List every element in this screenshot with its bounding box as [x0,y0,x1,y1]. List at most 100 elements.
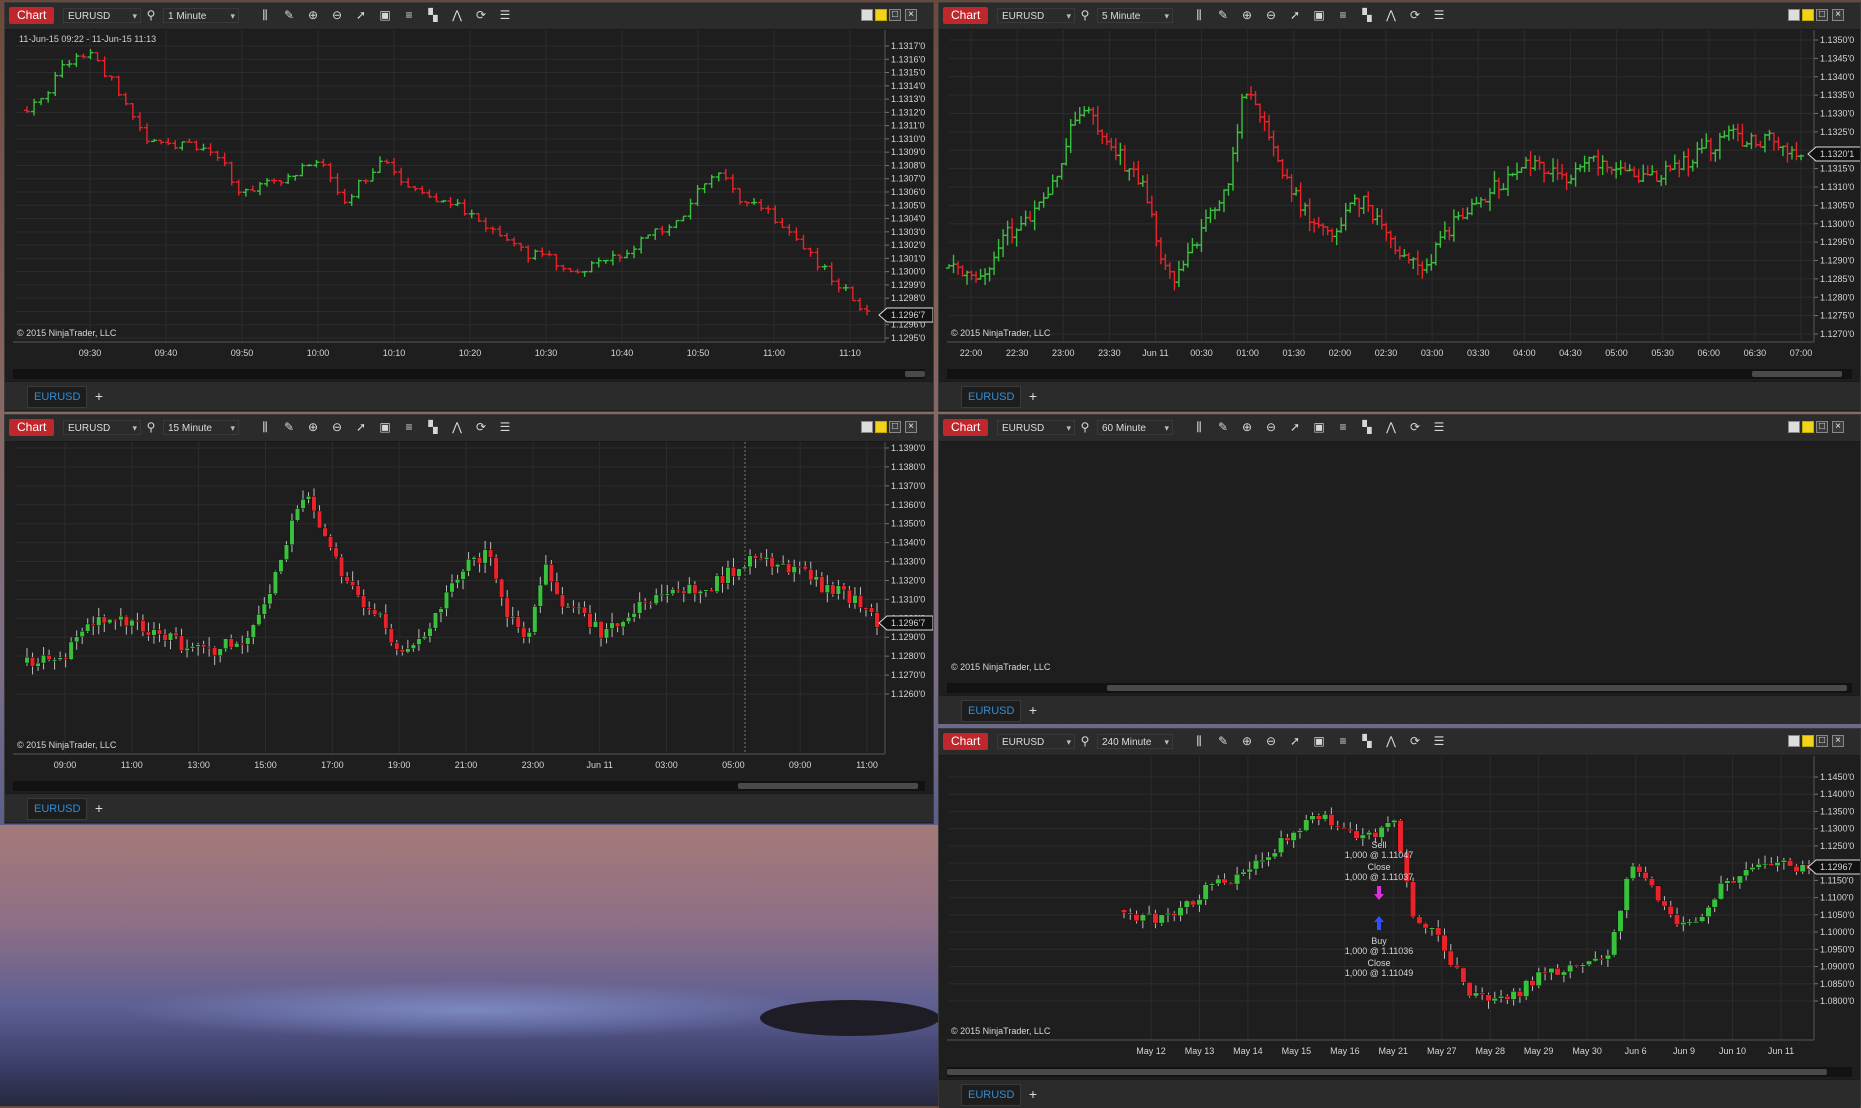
instrument-selector[interactable]: EURUSD ▾ [997,734,1075,749]
zoom-in-icon[interactable]: ⊕ [1239,733,1255,749]
instrument-selector[interactable]: EURUSD ▾ [63,420,141,435]
chart-label[interactable]: Chart [943,7,989,24]
pointer-icon[interactable]: ➚ [353,7,369,23]
properties-icon[interactable]: ☰ [1431,419,1447,435]
scrollbar-thumb[interactable] [1752,371,1842,377]
add-tab-button[interactable]: + [91,386,107,406]
timeframe-selector[interactable]: 240 Minute ▾ [1097,734,1173,749]
chart-label[interactable]: Chart [943,419,989,436]
zoom-out-icon[interactable]: ⊖ [1263,419,1279,435]
zoom-in-icon[interactable]: ⊕ [305,7,321,23]
pencil-icon[interactable]: ✎ [1215,419,1231,435]
drawing-tools-icon[interactable]: ⋀ [1383,733,1399,749]
maximize-button[interactable]: □ [1816,9,1828,21]
drawing-tools-icon[interactable]: ⋀ [449,7,465,23]
minimize-button[interactable] [861,9,873,21]
reload-icon[interactable]: ⟳ [1407,7,1423,23]
pencil-icon[interactable]: ✎ [281,7,297,23]
zoom-in-icon[interactable]: ⊕ [305,419,321,435]
properties-icon[interactable]: ☰ [497,7,513,23]
strategy-icon[interactable]: ≡ [1335,733,1351,749]
timeframe-selector[interactable]: 15 Minute ▾ [163,420,239,435]
search-icon[interactable]: ⚲ [143,7,159,23]
scrollbar-thumb[interactable] [1107,685,1847,691]
bar-type-icon[interactable]: ⫼ [1191,7,1207,23]
reload-icon[interactable]: ⟳ [473,7,489,23]
link-color-button[interactable] [1802,9,1814,21]
timeframe-selector[interactable]: 60 Minute ▾ [1097,420,1173,435]
strategy-icon[interactable]: ≡ [1335,419,1351,435]
chart-window-240-minute[interactable]: Chart EURUSD ▾ ⚲ 240 Minute ▾ ⫼ ✎ ⊕ ⊖ ➚ ▣ ≡ ▚ ⋀ ⟳ ☰ □ × 1.1… [938,728,1861,1108]
price-chart-panel[interactable]: 1.1317'0 1.1316'0 1.1315'0 1.1314'0 1.1313'0… [5,30,933,370]
bar-type-icon[interactable]: ⫼ [1191,733,1207,749]
zoom-in-icon[interactable]: ⊕ [1239,7,1255,23]
chart-window-1-minute[interactable]: Chart EURUSD ▾ ⚲ 1 Minute ▾ ⫼ ✎ ⊕ ⊖ ➚ ▣ ≡ ▚ ⋀ ⟳ ☰ □ × 1.131… [4,2,934,412]
pencil-icon[interactable]: ✎ [281,419,297,435]
maximize-button[interactable]: □ [1816,735,1828,747]
search-icon[interactable]: ⚲ [1077,419,1093,435]
horizontal-scrollbar[interactable] [947,369,1852,379]
indicator-icon[interactable]: ▚ [425,7,441,23]
tab-eurusd[interactable]: EURUSD [27,798,88,820]
maximize-button[interactable]: □ [1816,421,1828,433]
price-chart-panel[interactable]: 1.1350'0 1.1345'0 1.1340'0 1.1335'0 1.1330'0… [939,30,1860,370]
horizontal-scrollbar[interactable] [13,369,925,379]
pointer-icon[interactable]: ➚ [1287,733,1303,749]
tab-eurusd[interactable]: EURUSD [961,1084,1022,1106]
chart-label[interactable]: Chart [9,7,55,24]
reload-icon[interactable]: ⟳ [1407,419,1423,435]
strategy-icon[interactable]: ≡ [1335,7,1351,23]
data-box-icon[interactable]: ▣ [1311,733,1327,749]
price-chart-panel[interactable]: 1.1390'0 1.1380'0 1.1370'0 1.1360'0 1.1350'0… [5,442,933,782]
tab-eurusd[interactable]: EURUSD [27,386,88,408]
scrollbar-thumb[interactable] [947,1069,1827,1075]
drawing-tools-icon[interactable]: ⋀ [1383,7,1399,23]
price-chart-panel[interactable]: 1.1450'0 1.1400'0 1.1350'0 1.1300'0 1.1250'0… [939,756,1860,1066]
add-tab-button[interactable]: + [91,798,107,818]
add-tab-button[interactable]: + [1025,700,1041,720]
bar-type-icon[interactable]: ⫼ [257,7,273,23]
link-color-button[interactable] [875,9,887,21]
instrument-selector[interactable]: EURUSD ▾ [997,420,1075,435]
pencil-icon[interactable]: ✎ [1215,733,1231,749]
zoom-out-icon[interactable]: ⊖ [329,7,345,23]
pointer-icon[interactable]: ➚ [353,419,369,435]
close-button[interactable]: × [1832,735,1844,747]
indicator-icon[interactable]: ▚ [1359,733,1375,749]
link-color-button[interactable] [875,421,887,433]
zoom-out-icon[interactable]: ⊖ [329,419,345,435]
chart-window-15-minute[interactable]: Chart EURUSD ▾ ⚲ 15 Minute ▾ ⫼ ✎ ⊕ ⊖ ➚ ▣ ≡ ▚ ⋀ ⟳ ☰ □ × 1.13… [4,414,934,824]
tab-eurusd[interactable]: EURUSD [961,700,1022,722]
close-button[interactable]: × [1832,9,1844,21]
horizontal-scrollbar[interactable] [13,781,925,791]
add-tab-button[interactable]: + [1025,1084,1041,1104]
indicator-icon[interactable]: ▚ [1359,419,1375,435]
bar-type-icon[interactable]: ⫼ [257,419,273,435]
timeframe-selector[interactable]: 5 Minute ▾ [1097,8,1173,23]
instrument-selector[interactable]: EURUSD ▾ [997,8,1075,23]
chart-window-5-minute[interactable]: Chart EURUSD ▾ ⚲ 5 Minute ▾ ⫼ ✎ ⊕ ⊖ ➚ ▣ ≡ ▚ ⋀ ⟳ ☰ □ × 1.135… [938,2,1861,412]
chart-window-60-minute[interactable]: Chart EURUSD ▾ ⚲ 60 Minute ▾ ⫼ ✎ ⊕ ⊖ ➚ ▣ ≡ ▚ ⋀ ⟳ ☰ □ × © 20… [938,414,1861,724]
search-icon[interactable]: ⚲ [143,419,159,435]
zoom-in-icon[interactable]: ⊕ [1239,419,1255,435]
reload-icon[interactable]: ⟳ [1407,733,1423,749]
close-button[interactable]: × [905,421,917,433]
pointer-icon[interactable]: ➚ [1287,7,1303,23]
data-box-icon[interactable]: ▣ [1311,7,1327,23]
search-icon[interactable]: ⚲ [1077,733,1093,749]
close-button[interactable]: × [905,9,917,21]
link-color-button[interactable] [1802,735,1814,747]
zoom-out-icon[interactable]: ⊖ [1263,733,1279,749]
reload-icon[interactable]: ⟳ [473,419,489,435]
data-box-icon[interactable]: ▣ [377,419,393,435]
maximize-button[interactable]: □ [889,421,901,433]
instrument-selector[interactable]: EURUSD ▾ [63,8,141,23]
indicator-icon[interactable]: ▚ [1359,7,1375,23]
minimize-button[interactable] [1788,735,1800,747]
timeframe-selector[interactable]: 1 Minute ▾ [163,8,239,23]
data-box-icon[interactable]: ▣ [377,7,393,23]
scrollbar-thumb[interactable] [905,371,925,377]
drawing-tools-icon[interactable]: ⋀ [449,419,465,435]
maximize-button[interactable]: □ [889,9,901,21]
horizontal-scrollbar[interactable] [947,683,1852,693]
